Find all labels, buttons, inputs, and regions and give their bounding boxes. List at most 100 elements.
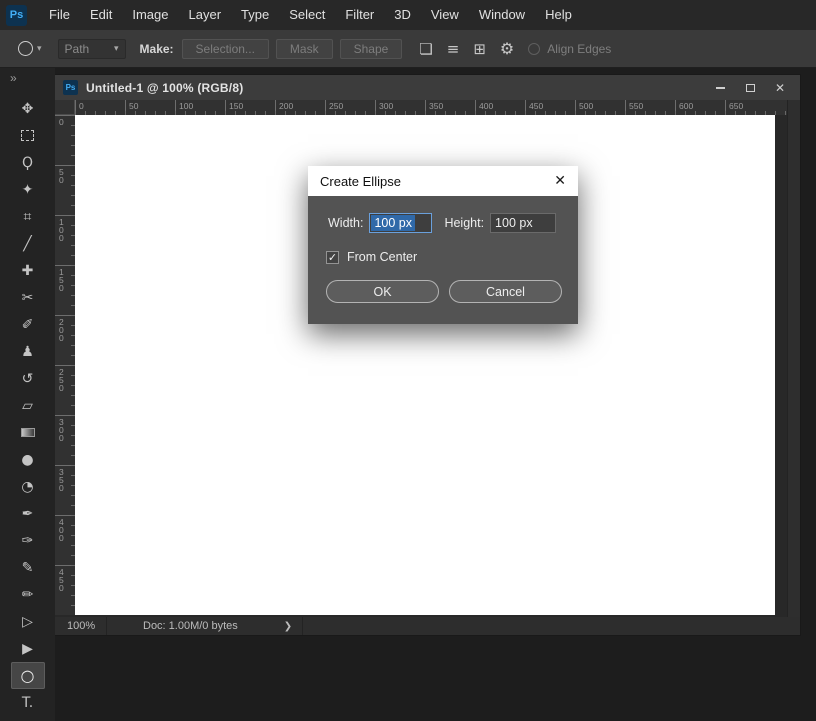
tool-path-selection[interactable]: ▷ bbox=[11, 608, 45, 635]
path-operations-icon[interactable]: ❏ bbox=[419, 40, 432, 58]
menu-layer[interactable]: Layer bbox=[179, 0, 232, 30]
brush-icon: ✐ bbox=[21, 316, 34, 333]
tool-dodge[interactable]: ◔ bbox=[11, 473, 45, 500]
align-edges-checkbox[interactable] bbox=[528, 42, 541, 55]
document-titlebar[interactable]: Ps Untitled-1 @ 100% (RGB/8) ✕ bbox=[55, 75, 800, 100]
ruler-horizontal[interactable]: 0 50 100 150 200 250 300 350 400 450 500 550 600 650 bbox=[75, 100, 787, 115]
maximize-button[interactable] bbox=[738, 79, 762, 97]
tool-spot-healing[interactable]: ✚ bbox=[11, 257, 45, 284]
tool-content-aware-move[interactable]: ✂ bbox=[11, 284, 45, 311]
ruler-v-label: 1 0 0 bbox=[55, 215, 75, 242]
dialog-close-icon[interactable]: ✕ bbox=[546, 173, 566, 189]
photoshop-logo-icon: Ps bbox=[6, 4, 27, 26]
current-tool-button[interactable]: ▾ bbox=[14, 39, 46, 58]
cancel-button[interactable]: Cancel bbox=[449, 280, 562, 303]
blur-icon: ● bbox=[21, 451, 34, 468]
tool-gradient[interactable] bbox=[11, 419, 45, 446]
menu-view[interactable]: View bbox=[421, 0, 469, 30]
menubar-items: File Edit Image Layer Type Select Filter 3D View… bbox=[39, 0, 582, 30]
make-selection-button[interactable]: Selection... bbox=[181, 38, 269, 59]
tool-freeform-pen[interactable]: ✑ bbox=[11, 527, 45, 554]
tool-mode-select[interactable]: Path ▾ bbox=[57, 38, 126, 59]
minimize-button[interactable] bbox=[708, 79, 732, 97]
from-center-option: ✓ From Center bbox=[326, 250, 578, 264]
document-window: Ps Untitled-1 @ 100% (RGB/8) ✕ 0 50 100 150… bbox=[55, 75, 800, 635]
lasso-icon: Ϙ bbox=[21, 154, 34, 171]
ruler-h-label: 650 bbox=[725, 100, 743, 115]
tool-ellipse[interactable]: ○ bbox=[10, 662, 45, 689]
ok-button[interactable]: OK bbox=[326, 280, 439, 303]
tool-clone-stamp[interactable]: ♟ bbox=[11, 338, 45, 365]
menu-filter[interactable]: Filter bbox=[335, 0, 384, 30]
ruler-vertical[interactable]: 0 5 0 1 0 0 1 5 0 2 0 0 2 5 0 3 0 0 3 5 0 4 0 0 4… bbox=[55, 115, 75, 615]
path-alignment-icon[interactable]: ≡ bbox=[447, 40, 460, 58]
close-window-button[interactable]: ✕ bbox=[768, 79, 792, 97]
tool-ruler[interactable]: ╱ bbox=[11, 230, 45, 257]
ruler-h-label: 350 bbox=[425, 100, 443, 115]
status-chevron-icon[interactable]: ❯ bbox=[284, 617, 304, 635]
make-buttons: Selection... Mask Shape bbox=[181, 38, 410, 59]
ruler-h-label: 100 bbox=[175, 100, 193, 115]
ruler-h-label: 550 bbox=[625, 100, 643, 115]
tool-direct-selection[interactable]: ▶ bbox=[11, 635, 45, 662]
minimize-icon bbox=[715, 86, 725, 89]
ruler-icon: ╱ bbox=[23, 235, 32, 252]
tool-lasso[interactable]: Ϙ bbox=[11, 149, 45, 176]
menu-edit[interactable]: Edit bbox=[80, 0, 122, 30]
from-center-checkbox[interactable]: ✓ bbox=[326, 250, 339, 264]
menu-select[interactable]: Select bbox=[279, 0, 335, 30]
tool-eraser[interactable]: ▱ bbox=[11, 392, 45, 419]
tool-add-anchor-pen[interactable]: ✎ bbox=[11, 554, 45, 581]
freeform-pen-icon: ✑ bbox=[21, 532, 34, 549]
expand-panel-button[interactable]: » bbox=[0, 68, 55, 87]
ruler-v-label: 5 0 bbox=[55, 165, 75, 184]
tool-pen[interactable]: ✒ bbox=[11, 500, 45, 527]
menubar: Ps File Edit Image Layer Type Select Filter 3D V… bbox=[0, 0, 816, 30]
from-center-label: From Center bbox=[347, 250, 418, 264]
ruler-v-label: 1 5 0 bbox=[55, 265, 75, 292]
maximize-icon bbox=[745, 83, 755, 92]
direct-selection-icon: ▶ bbox=[22, 640, 33, 657]
tool-mode-value: Path bbox=[64, 41, 90, 56]
tool-type[interactable]: T. bbox=[11, 689, 45, 716]
tool-options-bar: ▾ Path ▾ Make: Selection... Mask Shape ❏ ≡… bbox=[0, 30, 816, 68]
tool-rectangular-marquee[interactable] bbox=[11, 122, 45, 149]
add-anchor-pen-icon: ✎ bbox=[21, 559, 34, 576]
tool-crop[interactable]: ⌗ bbox=[11, 203, 45, 230]
path-selection-icon: ▷ bbox=[22, 613, 33, 630]
ruler-corner[interactable] bbox=[55, 100, 75, 115]
tool-quick-selection[interactable]: ✦ bbox=[11, 176, 45, 203]
menu-window[interactable]: Window bbox=[469, 0, 535, 30]
ellipse-tool-preview-icon bbox=[18, 41, 33, 56]
ruler-h-label: 400 bbox=[475, 100, 493, 115]
menu-3d[interactable]: 3D bbox=[384, 0, 421, 30]
ruler-h-label: 250 bbox=[325, 100, 343, 115]
ruler-h-label: 150 bbox=[225, 100, 243, 115]
height-input[interactable]: 100 px bbox=[490, 213, 557, 233]
tool-convert-point[interactable]: ✏ bbox=[11, 581, 45, 608]
gradient-icon bbox=[20, 428, 35, 437]
tool-move[interactable]: ✥ bbox=[11, 95, 45, 122]
dimension-fields: Width: 100 px Height: 100 px bbox=[328, 213, 578, 233]
ruler-v-label: 4 5 0 bbox=[55, 565, 75, 592]
clone-stamp-icon: ♟ bbox=[21, 343, 34, 360]
menu-image[interactable]: Image bbox=[122, 0, 178, 30]
tool-history-brush[interactable]: ↺ bbox=[11, 365, 45, 392]
ruler-h-label: 0 bbox=[75, 100, 84, 115]
chevron-down-icon: ▾ bbox=[37, 43, 42, 53]
menu-type[interactable]: Type bbox=[231, 0, 279, 30]
status-bar: 100% Doc: 1.00M/0 bytes ❯ bbox=[55, 617, 800, 635]
tool-brush[interactable]: ✐ bbox=[11, 311, 45, 338]
ruler-v-label: 2 5 0 bbox=[55, 365, 75, 392]
make-shape-button[interactable]: Shape bbox=[339, 38, 403, 59]
make-mask-button[interactable]: Mask bbox=[275, 38, 333, 59]
menu-file[interactable]: File bbox=[39, 0, 80, 30]
tool-blur[interactable]: ● bbox=[11, 446, 45, 473]
dialog-titlebar[interactable]: Create Ellipse ✕ bbox=[308, 166, 578, 196]
width-input[interactable]: 100 px bbox=[369, 213, 433, 233]
vertical-scrollbar[interactable] bbox=[787, 100, 800, 617]
menu-help[interactable]: Help bbox=[535, 0, 582, 30]
gear-icon[interactable]: ⚙ bbox=[500, 39, 514, 58]
zoom-level[interactable]: 100% bbox=[55, 617, 107, 635]
path-arrangement-icon[interactable]: ⊞ bbox=[473, 40, 486, 58]
